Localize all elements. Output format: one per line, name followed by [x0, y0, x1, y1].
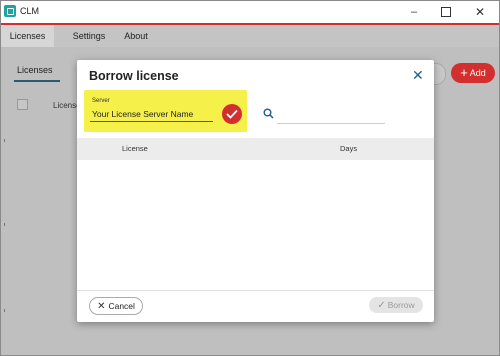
confirm-server-button[interactable] — [222, 104, 242, 124]
app-window: CLM – ✕ Licenses Settings About Licenses… — [0, 0, 500, 356]
search-icon[interactable] — [263, 108, 274, 121]
add-button[interactable]: + Add — [451, 63, 495, 83]
column-header-license[interactable]: License — [122, 138, 148, 160]
app-logo-icon — [4, 5, 16, 17]
server-input[interactable] — [90, 107, 213, 122]
maximize-icon — [441, 7, 451, 18]
check-icon — [226, 109, 238, 119]
footer-divider — [77, 290, 434, 291]
server-field-group: Server — [84, 90, 247, 132]
check-icon: ✓ — [377, 300, 386, 311]
plus-icon: + — [460, 65, 468, 80]
edge-mark — [4, 139, 5, 142]
dialog-title: Borrow license — [89, 69, 179, 83]
edge-mark — [4, 309, 5, 312]
add-label: Add — [469, 68, 486, 78]
tab-underline — [14, 80, 60, 82]
select-all-checkbox[interactable] — [17, 99, 28, 110]
close-window-button[interactable]: ✕ — [465, 3, 495, 21]
app-title: CLM — [20, 6, 40, 16]
close-icon: ✕ — [97, 301, 106, 312]
menu-licenses[interactable]: Licenses — [1, 25, 54, 47]
menu-bar: Licenses Settings About — [1, 25, 499, 47]
search-input[interactable] — [277, 123, 385, 124]
cancel-button[interactable]: ✕ Cancel — [89, 297, 143, 315]
borrow-license-dialog: Borrow license ✕ Server License Days ✕Ca — [77, 60, 434, 322]
maximize-button[interactable] — [431, 3, 461, 21]
server-label: Server — [92, 98, 110, 104]
table-header: License Days — [77, 138, 434, 160]
borrow-label: Borrow — [387, 300, 415, 310]
menu-settings[interactable]: Settings — [69, 25, 109, 47]
dialog-close-icon[interactable]: ✕ — [412, 68, 424, 82]
minimize-button[interactable]: – — [399, 3, 429, 21]
tab-licenses[interactable]: Licenses — [17, 65, 53, 75]
column-header-days[interactable]: Days — [340, 138, 357, 160]
cancel-label: Cancel — [108, 301, 135, 311]
menu-about[interactable]: About — [119, 25, 153, 47]
title-bar: CLM – ✕ — [1, 1, 499, 23]
borrow-button[interactable]: ✓ Borrow — [369, 297, 423, 313]
edge-mark — [4, 223, 5, 226]
